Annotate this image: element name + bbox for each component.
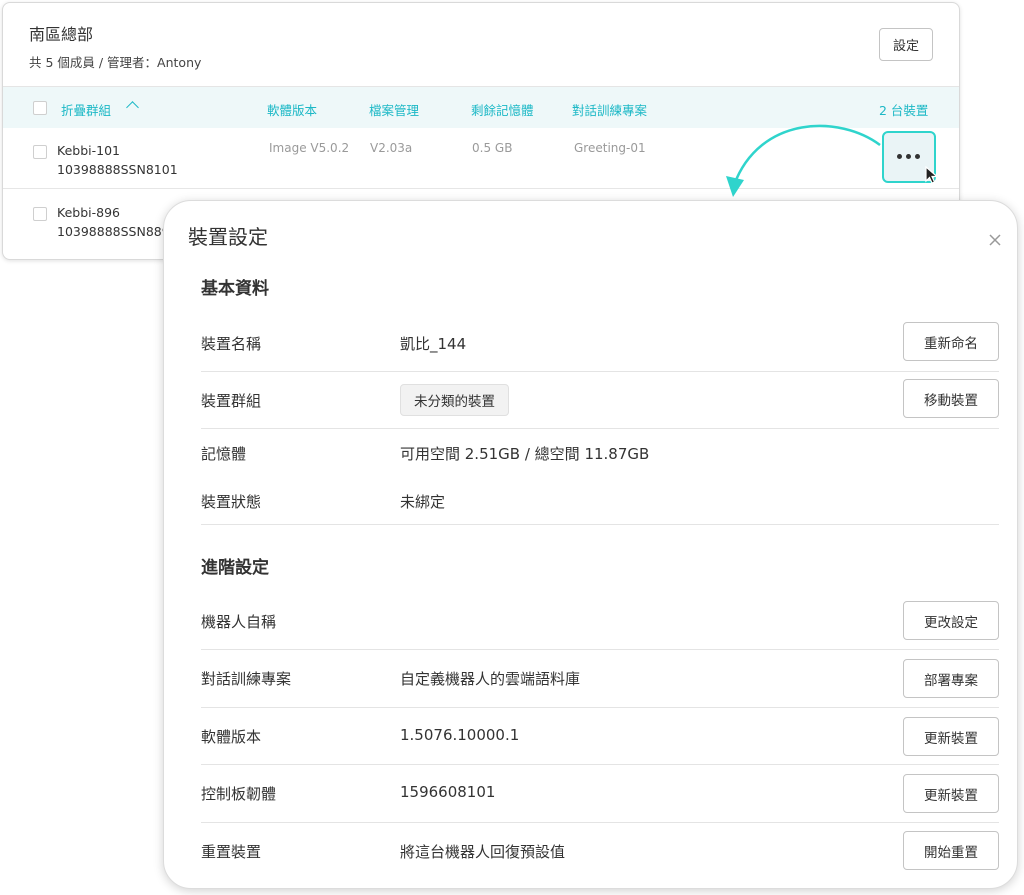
- setting-row-firmware: 控制板韌體 1596608101 更新裝置: [201, 765, 999, 823]
- rename-button[interactable]: 重新命名: [903, 322, 999, 361]
- column-software-version[interactable]: 軟體版本: [267, 100, 317, 119]
- setting-value: 將這台機器人回復預設值: [400, 843, 566, 861]
- deploy-project-button[interactable]: 部署專案: [903, 659, 999, 698]
- setting-value: 凱比_144: [400, 335, 467, 353]
- group-settings-button[interactable]: 設定: [879, 28, 933, 61]
- device-memory: 0.5 GB: [472, 141, 513, 155]
- setting-row-reset: 重置裝置 將這台機器人回復預設值 開始重置: [201, 823, 999, 880]
- change-settings-button[interactable]: 更改設定: [903, 601, 999, 640]
- setting-value: 可用空間 2.51GB / 總空間 11.87GB: [400, 445, 650, 463]
- setting-label: 記憶體: [201, 445, 247, 463]
- select-all-checkbox[interactable]: [33, 101, 47, 115]
- device-file: V2.03a: [370, 141, 413, 155]
- reset-device-button[interactable]: 開始重置: [903, 831, 999, 870]
- device-name: Kebbi-896: [57, 205, 120, 220]
- cursor-icon: [925, 166, 939, 184]
- row-checkbox[interactable]: [33, 207, 47, 221]
- advanced-settings-heading: 進階設定: [201, 558, 269, 578]
- setting-row-dialog-training: 對話訓練專案 自定義機器人的雲端語料庫 部署專案: [201, 650, 999, 708]
- setting-label: 機器人自稱: [201, 613, 277, 631]
- setting-label: 重置裝置: [201, 843, 262, 861]
- chevron-up-icon[interactable]: [126, 101, 139, 114]
- setting-label: 軟體版本: [201, 728, 262, 746]
- device-settings-modal: 裝置設定 基本資料 裝置名稱 凱比_144 重新命名 裝置群組 未分類的裝置 移…: [163, 200, 1018, 889]
- setting-label: 裝置名稱: [201, 335, 262, 353]
- column-remaining-memory[interactable]: 剩餘記憶體: [471, 100, 534, 119]
- modal-title: 裝置設定: [188, 225, 268, 249]
- update-firmware-button[interactable]: 更新裝置: [903, 774, 999, 813]
- setting-row-status: 裝置狀態 未綁定: [201, 477, 999, 525]
- row-checkbox[interactable]: [33, 145, 47, 159]
- setting-row-self-name: 機器人自稱 更改設定: [201, 593, 999, 650]
- setting-label: 裝置群組: [201, 392, 262, 410]
- column-dialog-training[interactable]: 對話訓練專案: [572, 100, 647, 119]
- setting-row-device-group: 裝置群組 未分類的裝置 移動裝置: [201, 372, 999, 429]
- move-device-button[interactable]: 移動裝置: [903, 379, 999, 418]
- device-name: Kebbi-101: [57, 143, 120, 158]
- more-dots-icon: [897, 154, 921, 160]
- setting-value: 1.5076.10000.1: [400, 726, 520, 744]
- setting-label: 裝置狀態: [201, 493, 262, 511]
- setting-value: 未綁定: [400, 493, 446, 511]
- device-serial: 10398888SSN8101: [57, 162, 178, 177]
- group-subtitle: 共 5 個成員 / 管理者：Antony: [29, 55, 202, 70]
- update-software-button[interactable]: 更新裝置: [903, 717, 999, 756]
- setting-label: 控制板韌體: [201, 785, 277, 803]
- setting-value: 自定義機器人的雲端語料庫: [400, 670, 581, 688]
- setting-value: 1596608101: [400, 783, 496, 801]
- collapse-group-toggle[interactable]: 折疊群組: [61, 100, 111, 119]
- setting-row-device-name: 裝置名稱 凱比_144 重新命名: [201, 315, 999, 372]
- setting-label: 對話訓練專案: [201, 670, 292, 688]
- close-icon[interactable]: [987, 232, 1003, 248]
- device-serial: 10398888SSN889: [57, 224, 170, 239]
- setting-row-software-version: 軟體版本 1.5076.10000.1 更新裝置: [201, 708, 999, 765]
- group-title: 南區總部: [29, 25, 94, 44]
- setting-row-memory: 記憶體 可用空間 2.51GB / 總空間 11.87GB: [201, 429, 999, 477]
- device-training: Greeting-01: [574, 141, 646, 155]
- device-software: Image V5.0.2: [269, 141, 350, 155]
- column-file-management[interactable]: 檔案管理: [369, 100, 419, 119]
- annotation-arrow-icon: [726, 124, 881, 197]
- basic-info-heading: 基本資料: [201, 279, 269, 299]
- group-tag: 未分類的裝置: [400, 384, 509, 416]
